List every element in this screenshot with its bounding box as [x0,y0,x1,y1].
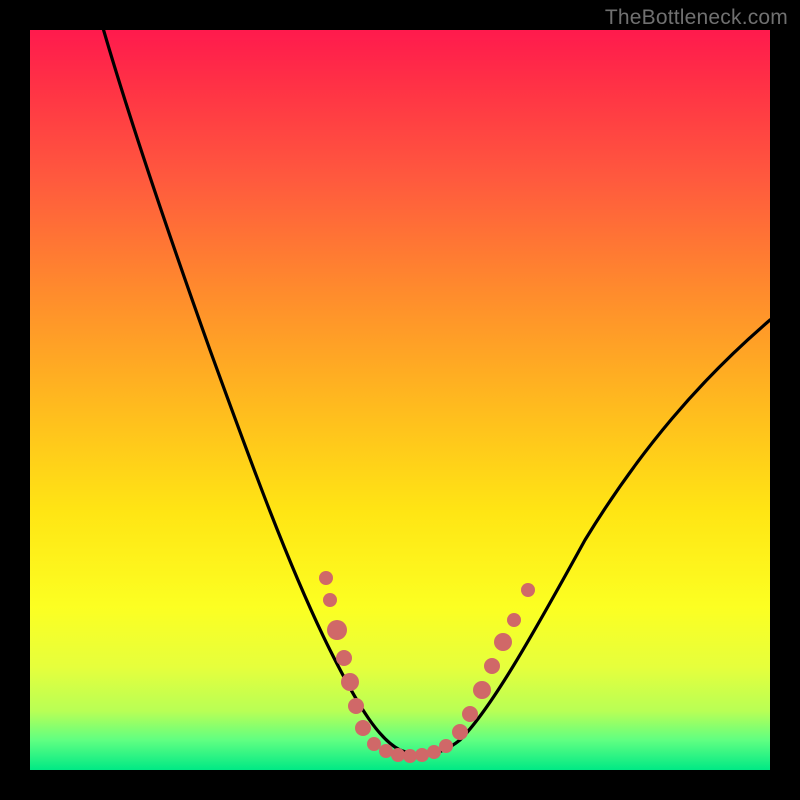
dots-valley-floor [367,737,453,763]
curve-layer [30,30,770,770]
dots-right-cluster [452,583,535,740]
outer-frame: TheBottleneck.com [0,0,800,800]
plot-area [30,30,770,770]
bottleneck-curve [95,30,770,755]
watermark-text: TheBottleneck.com [605,6,788,30]
